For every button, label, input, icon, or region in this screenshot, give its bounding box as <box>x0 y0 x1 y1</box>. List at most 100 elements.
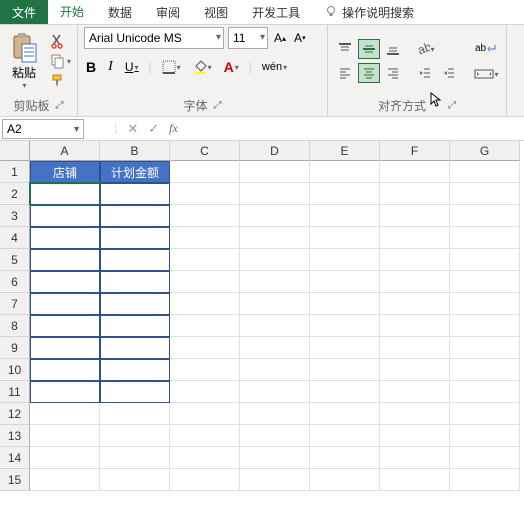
cell[interactable] <box>170 205 240 227</box>
row-header[interactable]: 11 <box>0 381 30 403</box>
paste-button[interactable]: 粘贴 ▾ <box>6 30 42 92</box>
orientation-button[interactable]: ab▾ <box>414 39 436 59</box>
row-header[interactable]: 7 <box>0 293 30 315</box>
cell[interactable] <box>310 315 380 337</box>
cell[interactable] <box>380 337 450 359</box>
cell[interactable] <box>100 227 170 249</box>
cell[interactable] <box>380 293 450 315</box>
cell[interactable] <box>450 469 520 491</box>
cell[interactable] <box>30 183 100 205</box>
cell[interactable] <box>310 161 380 183</box>
cell[interactable] <box>240 359 310 381</box>
cell[interactable] <box>310 183 380 205</box>
row-header[interactable]: 14 <box>0 447 30 469</box>
cell[interactable] <box>240 337 310 359</box>
grow-font-button[interactable]: A▴ <box>272 29 288 47</box>
cell[interactable] <box>310 381 380 403</box>
cell[interactable] <box>240 271 310 293</box>
cell[interactable] <box>240 293 310 315</box>
cell[interactable] <box>450 183 520 205</box>
shrink-font-button[interactable]: A▾ <box>292 29 308 47</box>
cell[interactable] <box>30 315 100 337</box>
cell[interactable] <box>380 315 450 337</box>
column-header[interactable]: D <box>240 141 310 161</box>
cell[interactable] <box>240 227 310 249</box>
cell[interactable] <box>450 205 520 227</box>
cell[interactable] <box>170 381 240 403</box>
cell[interactable] <box>30 425 100 447</box>
cell[interactable] <box>450 337 520 359</box>
cell[interactable] <box>30 337 100 359</box>
cell[interactable] <box>30 381 100 403</box>
cell[interactable] <box>450 359 520 381</box>
column-header[interactable]: B <box>100 141 170 161</box>
copy-button[interactable]: ▾ <box>50 53 71 69</box>
align-bottom-button[interactable] <box>382 39 404 59</box>
cell[interactable] <box>450 271 520 293</box>
merge-button[interactable]: ▾ <box>472 64 500 84</box>
column-header[interactable]: C <box>170 141 240 161</box>
cell[interactable] <box>170 249 240 271</box>
align-center-button[interactable] <box>358 63 380 83</box>
cell[interactable] <box>240 183 310 205</box>
cell[interactable] <box>30 205 100 227</box>
cell[interactable] <box>240 381 310 403</box>
cell[interactable] <box>310 359 380 381</box>
cell[interactable] <box>100 425 170 447</box>
cell[interactable] <box>380 359 450 381</box>
tab-data[interactable]: 数据 <box>96 0 144 24</box>
tab-dev[interactable]: 开发工具 <box>240 0 312 24</box>
cell[interactable] <box>310 469 380 491</box>
cell[interactable] <box>30 227 100 249</box>
cell[interactable] <box>170 293 240 315</box>
cell[interactable] <box>380 425 450 447</box>
column-header[interactable]: E <box>310 141 380 161</box>
cell[interactable] <box>380 469 450 491</box>
underline-button[interactable]: U▾ <box>123 58 141 76</box>
cell[interactable] <box>240 205 310 227</box>
cell[interactable] <box>100 271 170 293</box>
cell[interactable] <box>240 315 310 337</box>
row-header[interactable]: 5 <box>0 249 30 271</box>
cut-icon[interactable] <box>50 33 66 49</box>
cell[interactable] <box>450 381 520 403</box>
row-header[interactable]: 8 <box>0 315 30 337</box>
cell[interactable] <box>170 447 240 469</box>
tab-file[interactable]: 文件 <box>0 0 48 24</box>
cell[interactable] <box>380 227 450 249</box>
cell[interactable] <box>380 161 450 183</box>
cell[interactable]: 店铺 <box>30 161 100 183</box>
cell[interactable] <box>30 271 100 293</box>
align-middle-button[interactable] <box>358 39 380 59</box>
indent-decrease-button[interactable] <box>414 63 436 83</box>
cancel-formula-icon[interactable]: ✕ <box>127 121 138 137</box>
cell[interactable] <box>100 249 170 271</box>
align-right-button[interactable] <box>382 63 404 83</box>
cell[interactable] <box>30 447 100 469</box>
cell[interactable]: 计划金额 <box>100 161 170 183</box>
tab-help[interactable]: 操作说明搜索 <box>312 0 426 24</box>
name-box[interactable]: A2▼ <box>2 119 84 139</box>
font-color-button[interactable]: A▾ <box>222 57 241 77</box>
cell[interactable] <box>380 447 450 469</box>
cell[interactable] <box>100 447 170 469</box>
cell[interactable] <box>170 315 240 337</box>
fill-color-button[interactable]: ▾ <box>191 58 214 76</box>
dialog-launcher-icon[interactable]: ⤢ <box>214 100 222 111</box>
cell[interactable] <box>170 271 240 293</box>
cell[interactable] <box>170 227 240 249</box>
cell[interactable] <box>240 249 310 271</box>
cell[interactable] <box>170 403 240 425</box>
indent-increase-button[interactable] <box>438 63 460 83</box>
cell[interactable] <box>310 447 380 469</box>
cell[interactable] <box>170 337 240 359</box>
cell[interactable] <box>100 469 170 491</box>
row-header[interactable]: 6 <box>0 271 30 293</box>
cell[interactable] <box>170 161 240 183</box>
cell[interactable] <box>450 249 520 271</box>
cell[interactable] <box>30 249 100 271</box>
column-header[interactable]: A <box>30 141 100 161</box>
border-button[interactable]: ▾ <box>160 58 183 76</box>
row-header[interactable]: 3 <box>0 205 30 227</box>
row-header[interactable]: 13 <box>0 425 30 447</box>
